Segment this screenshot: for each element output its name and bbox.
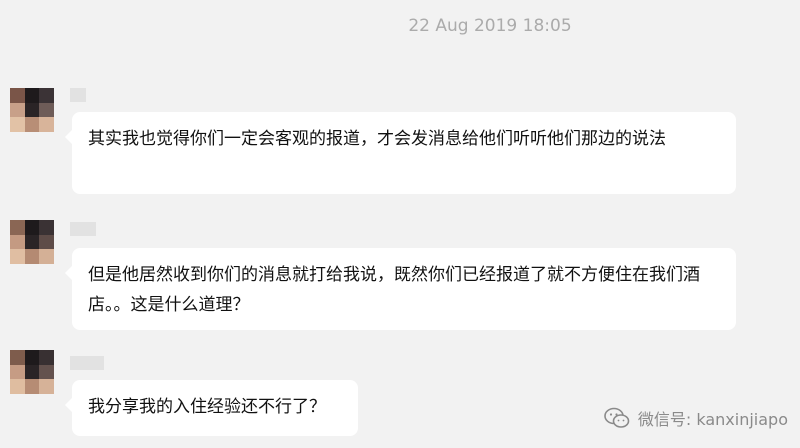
wechat-icon: [604, 407, 630, 428]
sender-name-redacted: [70, 222, 96, 236]
message-bubble[interactable]: 我分享我的入住经验还不行了？: [65, 380, 358, 436]
message-text: 但是他居然收到你们的消息就打给我说，既然你们已经报道了就不方便住在我们酒店。。这…: [88, 265, 700, 315]
sender-name-redacted: [70, 88, 86, 102]
watermark: 微信号: kanxinjiapo: [604, 406, 788, 430]
message-bubble[interactable]: 但是他居然收到你们的消息就打给我说，既然你们已经报道了就不方便住在我们酒店。。这…: [65, 248, 736, 330]
avatar[interactable]: [10, 350, 54, 394]
message-bubble[interactable]: 其实我也觉得你们一定会客观的报道，才会发消息给他们听听他们那边的说法: [65, 112, 736, 194]
message-text: 我分享我的入住经验还不行了？: [88, 397, 326, 417]
avatar[interactable]: [10, 88, 54, 132]
timestamp: 22 Aug 2019 18:05: [408, 16, 572, 36]
watermark-text: 微信号: kanxinjiapo: [637, 410, 788, 429]
sender-name-redacted: [70, 356, 104, 370]
message-text: 其实我也觉得你们一定会客观的报道，才会发消息给他们听听他们那边的说法: [88, 129, 666, 149]
avatar[interactable]: [10, 220, 54, 264]
